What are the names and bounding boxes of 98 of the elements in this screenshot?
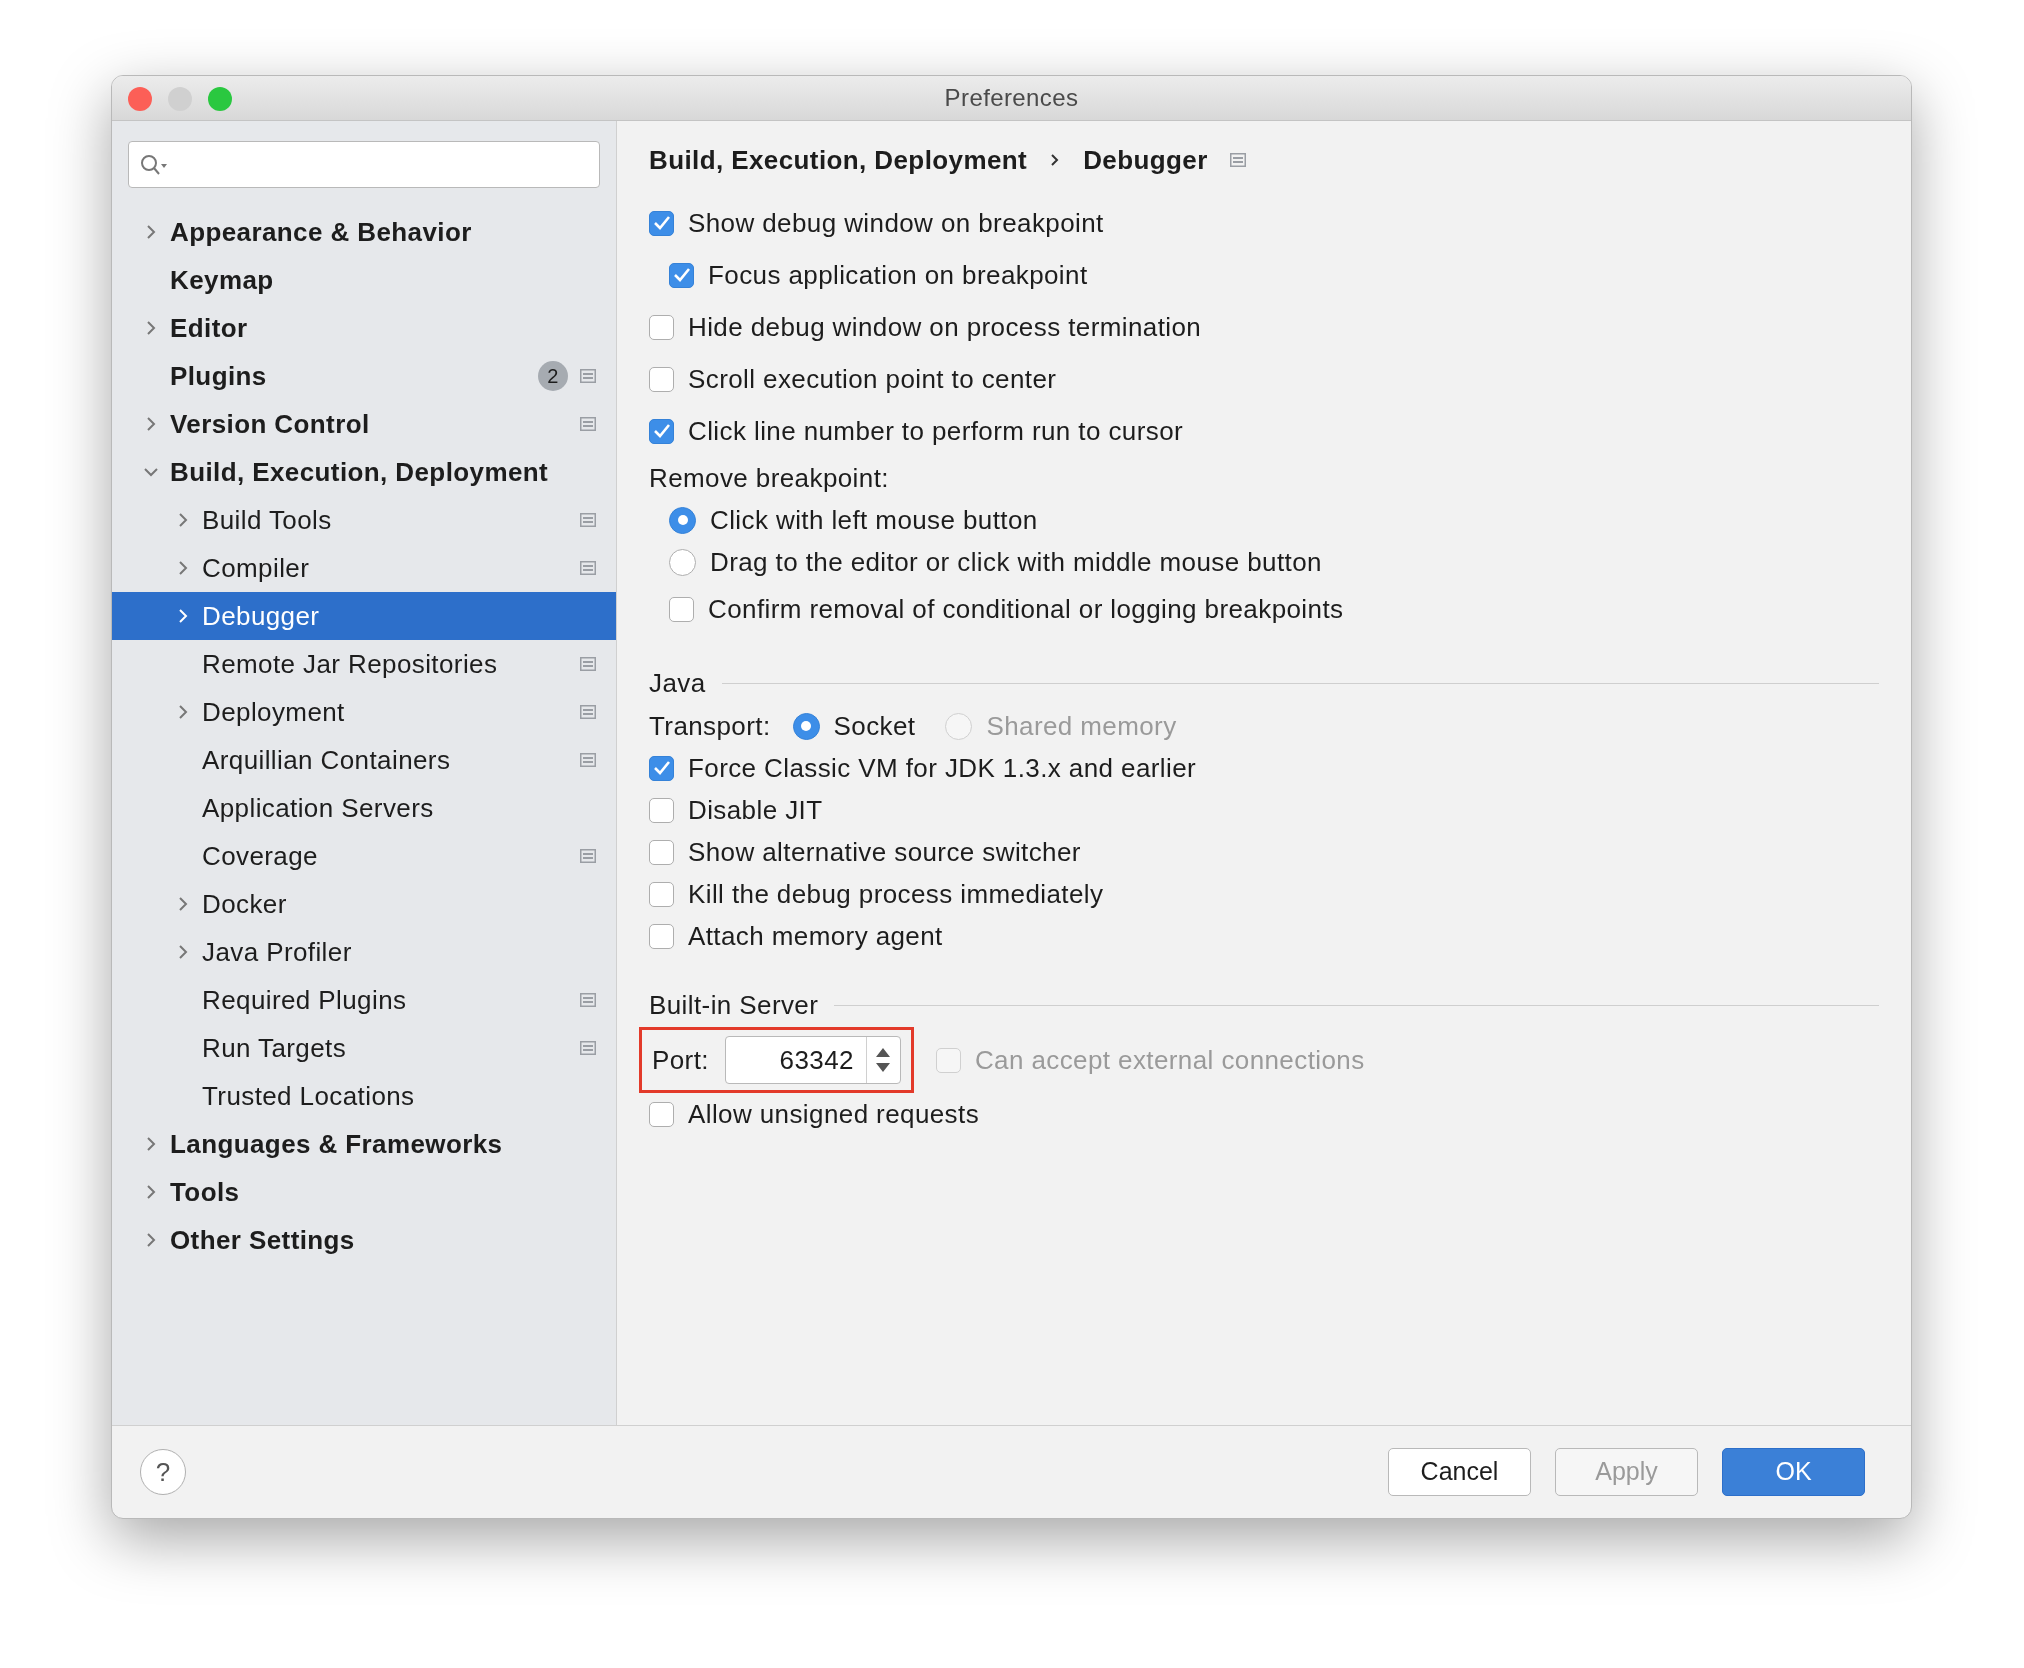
tree-item-label: Debugger: [202, 599, 320, 633]
check-icon: [652, 423, 671, 439]
checkbox-label: Click line number to perform run to cursor: [688, 414, 1184, 448]
tree-item[interactable]: Deployment: [112, 688, 616, 736]
checkbox-label: Scroll execution point to center: [688, 362, 1057, 396]
help-button[interactable]: ?: [140, 1449, 186, 1495]
port-spinner[interactable]: 63342: [724, 1036, 901, 1084]
tree-item-label: Remote Jar Repositories: [202, 647, 498, 681]
tree-item-label: Deployment: [202, 695, 345, 729]
tree-item[interactable]: Arquillian Containers: [112, 736, 616, 784]
tree-item-label: Build, Execution, Deployment: [170, 455, 549, 489]
option-label: Remove breakpoint:: [649, 461, 889, 495]
checkbox-label: Show alternative source switcher: [688, 835, 1081, 869]
tree-item[interactable]: Run Targets: [112, 1024, 616, 1072]
tree-item[interactable]: Other Settings: [112, 1216, 616, 1264]
checkbox[interactable]: [649, 1101, 674, 1127]
tree-item[interactable]: Languages & Frameworks: [112, 1120, 616, 1168]
count-badge: 2: [538, 361, 568, 391]
tree-item[interactable]: Application Servers: [112, 784, 616, 832]
section-heading: Built-in Server: [649, 988, 819, 1022]
tree-item-label: Trusted Locations: [202, 1079, 415, 1113]
page-icon: [1229, 153, 1246, 167]
section-heading: Java: [649, 666, 706, 700]
tree-item[interactable]: Docker: [112, 880, 616, 928]
tree-item[interactable]: Compiler: [112, 544, 616, 592]
checkbox[interactable]: [649, 881, 674, 907]
tree-item-label: Docker: [202, 887, 287, 921]
tree-item[interactable]: Tools: [112, 1168, 616, 1216]
window-title: Preferences: [944, 83, 1079, 113]
checkbox[interactable]: [649, 314, 674, 340]
tree-item[interactable]: Remote Jar Repositories: [112, 640, 616, 688]
tree-item-label: Required Plugins: [202, 983, 407, 1017]
tree-item-label: Compiler: [202, 551, 310, 585]
tree-item[interactable]: Keymap: [112, 256, 616, 304]
tree-item[interactable]: Build Tools: [112, 496, 616, 544]
checkbox[interactable]: [669, 596, 694, 622]
radio-button[interactable]: [669, 506, 696, 534]
radio-label: Drag to the editor or click with middle mouse button: [710, 545, 1322, 579]
checkbox-label: Attach memory agent: [688, 919, 943, 953]
checkbox[interactable]: [669, 262, 694, 288]
radio-label: Shared memory: [986, 709, 1177, 743]
tree-item[interactable]: Version Control: [112, 400, 616, 448]
breadcrumb-item: Debugger: [1083, 143, 1208, 177]
tree-item-label: Editor: [170, 311, 248, 345]
checkbox[interactable]: [649, 418, 674, 444]
tree-item-label: Languages & Frameworks: [170, 1127, 503, 1161]
tree-item[interactable]: Editor: [112, 304, 616, 352]
search-field[interactable]: [128, 141, 600, 188]
tree-item-label: Version Control: [170, 407, 370, 441]
tree-item[interactable]: Debugger: [112, 592, 616, 640]
tree-item[interactable]: Plugins 2: [112, 352, 616, 400]
tree-item-label: Keymap: [170, 263, 274, 297]
radio-label: Click with left mouse button: [710, 503, 1038, 537]
tree-item-label: Run Targets: [202, 1031, 347, 1065]
dialog-button[interactable]: Cancel: [1388, 1448, 1531, 1496]
checkbox-label: Disable JIT: [688, 793, 823, 827]
checkbox[interactable]: [649, 210, 674, 236]
tree-item-label: Coverage: [202, 839, 318, 873]
checkbox[interactable]: [649, 755, 674, 781]
tree-item[interactable]: Appearance & Behavior: [112, 208, 616, 256]
checkbox[interactable]: [649, 366, 674, 392]
checkbox-label: Can accept external connections: [974, 1043, 1365, 1077]
option-label: Transport:: [649, 709, 771, 743]
dialog-button[interactable]: OK: [1722, 1448, 1865, 1496]
tree-item[interactable]: Coverage: [112, 832, 616, 880]
radio-button[interactable]: [669, 548, 696, 576]
checkbox[interactable]: [649, 797, 674, 823]
spinner-arrows-icon[interactable]: [874, 1046, 893, 1074]
tree-item[interactable]: Build, Execution, Deployment: [112, 448, 616, 496]
tree-item-label: Tools: [170, 1175, 240, 1209]
checkbox-label: Force Classic VM for JDK 1.3.x and earlier: [688, 751, 1197, 785]
check-icon: [672, 267, 691, 283]
checkbox-label: Allow unsigned requests: [688, 1097, 980, 1131]
tree-item-label: Other Settings: [170, 1223, 355, 1257]
search-icon: [139, 152, 169, 177]
radio-label: Socket: [833, 709, 916, 743]
field-label: Port:: [652, 1043, 709, 1077]
tree-item-label: Plugins: [170, 359, 267, 393]
checkbox-label: Kill the debug process immediately: [688, 877, 1104, 911]
tree-item[interactable]: Required Plugins: [112, 976, 616, 1024]
tree-item[interactable]: Trusted Locations: [112, 1072, 616, 1120]
tree-item-label: Appearance & Behavior: [170, 215, 472, 249]
checkbox[interactable]: [649, 839, 674, 865]
tree-item-label: Arquillian Containers: [202, 743, 451, 777]
checkbox-label: Show debug window on breakpoint: [688, 206, 1104, 240]
checkbox-label: Hide debug window on process termination: [688, 310, 1202, 344]
check-icon: [652, 215, 671, 231]
breadcrumb-item[interactable]: Build, Execution, Deployment: [649, 140, 1028, 180]
tree-item-label: Java Profiler: [202, 935, 352, 969]
checkbox-label: Focus application on breakpoint: [708, 258, 1088, 292]
tree-item-label: Application Servers: [202, 791, 434, 825]
radio-button[interactable]: [792, 712, 820, 740]
close-button[interactable]: [128, 87, 152, 111]
checkbox[interactable]: [649, 923, 674, 949]
checkbox-label: Confirm removal of conditional or logging breakpoints: [708, 592, 1344, 626]
tree-item[interactable]: Java Profiler: [112, 928, 616, 976]
check-icon: [652, 760, 671, 776]
tree-item-label: Build Tools: [202, 503, 332, 537]
